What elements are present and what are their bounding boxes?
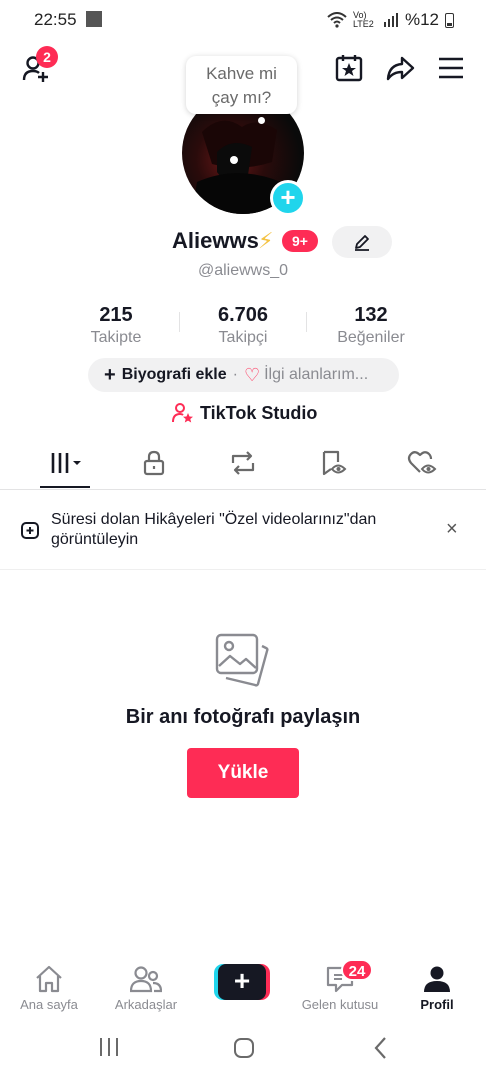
system-nav-bar (0, 1030, 486, 1070)
back-icon[interactable] (372, 1036, 390, 1060)
likes-label: Beğeniler (337, 329, 405, 346)
profile-tabs (0, 440, 486, 490)
note-text-line1: Kahve mi (206, 64, 277, 83)
share-button[interactable] (384, 52, 416, 84)
stat-divider (179, 312, 180, 332)
nav-profile[interactable]: Profil (392, 965, 482, 1012)
pencil-icon (355, 235, 369, 251)
tab-liked[interactable] (397, 440, 447, 486)
tab-videos[interactable] (40, 440, 90, 486)
following-label: Takipte (90, 329, 142, 346)
note-bubble-tail (258, 117, 265, 124)
interests-button[interactable]: İlgi alanlarım... (264, 366, 368, 384)
heart-eye-icon (407, 451, 437, 474)
repost-icon (231, 451, 255, 475)
stories-notice: Süresi dolan Hikâyeleri "Özel videoların… (0, 490, 486, 570)
tab-reposts[interactable] (218, 440, 268, 486)
close-icon[interactable]: × (446, 518, 458, 541)
handle: @aliewws_0 (197, 262, 289, 279)
notice-text: Süresi dolan Hikâyeleri "Özel videoların… (51, 511, 377, 548)
likes-count: 132 (354, 304, 388, 326)
lightning-icon: ⚡ (258, 228, 274, 253)
signal-icon (383, 13, 398, 27)
followers-label: Takipçi (218, 329, 268, 346)
bookmark-eye-icon (322, 450, 347, 476)
add-friends-button[interactable]: 2 (20, 46, 58, 84)
status-indicators: Vo) LTE2 %12 (327, 10, 454, 30)
calendar-button[interactable] (333, 52, 365, 84)
username: Aliewws (172, 228, 259, 253)
battery-icon (445, 12, 454, 28)
note-bubble[interactable]: Kahve mi çay mı? (186, 56, 297, 114)
story-add-icon (21, 522, 39, 539)
following-stat[interactable]: 215 Takipte (76, 304, 156, 347)
nav-home[interactable]: Ana sayfa (4, 965, 94, 1012)
inbox-badge: 24 (341, 959, 373, 981)
profile-person-icon (424, 966, 450, 992)
nav-inbox-label: Gelen kutusu (301, 997, 379, 1012)
nav-friends[interactable]: Arkadaşlar (101, 965, 191, 1012)
tab-private[interactable] (129, 440, 179, 486)
level-badge[interactable]: 9+ (282, 230, 318, 252)
active-tab-indicator (40, 486, 90, 488)
home-icon (36, 965, 62, 993)
bio-separator: · (232, 366, 238, 383)
nav-inbox[interactable]: Gelen kutusu 24 (295, 959, 385, 1012)
add-friends-badge: 2 (36, 46, 58, 68)
tiktok-studio-label: TikTok Studio (200, 402, 318, 423)
calendar-star-icon (335, 55, 363, 82)
plus-icon: + (104, 363, 116, 386)
grid-videos-icon (49, 453, 81, 473)
likes-stat[interactable]: 132 Beğeniler (326, 304, 416, 347)
tiktok-studio-link[interactable]: TikTok Studio (172, 402, 317, 424)
creator-star-icon (172, 403, 193, 423)
add-bio-button[interactable]: Biyografi ekle (122, 366, 227, 384)
followers-stat[interactable]: 6.706 Takipçi (196, 304, 290, 347)
plus-icon: + (218, 964, 266, 1000)
hamburger-menu-icon (439, 57, 463, 79)
home-button-icon[interactable] (232, 1036, 256, 1060)
upload-button[interactable]: Yükle (187, 748, 299, 798)
empty-state-title: Bir anı fotoğrafı paylaşın (125, 706, 361, 728)
status-time: 22:55 (34, 10, 77, 29)
stat-divider (306, 312, 307, 332)
photo-gallery-icon (215, 633, 269, 687)
nav-profile-label: Profil (420, 997, 454, 1012)
add-story-button[interactable]: + (270, 180, 306, 216)
network-label: Vo) LTE2 (352, 10, 374, 29)
wifi-icon (327, 12, 347, 28)
following-count: 215 (99, 304, 133, 326)
recent-apps-icon[interactable] (98, 1036, 120, 1058)
battery-percent: %12 (404, 10, 439, 29)
status-bar: 22:55 Vo) LTE2 %12 (0, 0, 486, 40)
heart-icon: ♡ (243, 364, 261, 385)
bio-bar: + Biyografi ekle · ♡ İlgi alanlarım... (88, 358, 399, 392)
tab-favorites[interactable] (308, 440, 358, 486)
name-row: Aliewws ⚡ 9+ (0, 226, 486, 258)
lock-icon (143, 450, 165, 476)
edit-profile-button[interactable] (332, 226, 392, 258)
nav-home-label: Ana sayfa (20, 997, 78, 1012)
share-arrow-icon (386, 56, 415, 81)
note-text-line2: çay mı? (211, 88, 272, 107)
followers-count: 6.706 (217, 304, 269, 326)
create-button[interactable]: + (214, 964, 270, 1000)
gallery-notification-icon (86, 11, 102, 27)
menu-button[interactable] (435, 52, 467, 84)
friends-icon (130, 966, 162, 993)
nav-friends-label: Arkadaşlar (114, 997, 178, 1012)
